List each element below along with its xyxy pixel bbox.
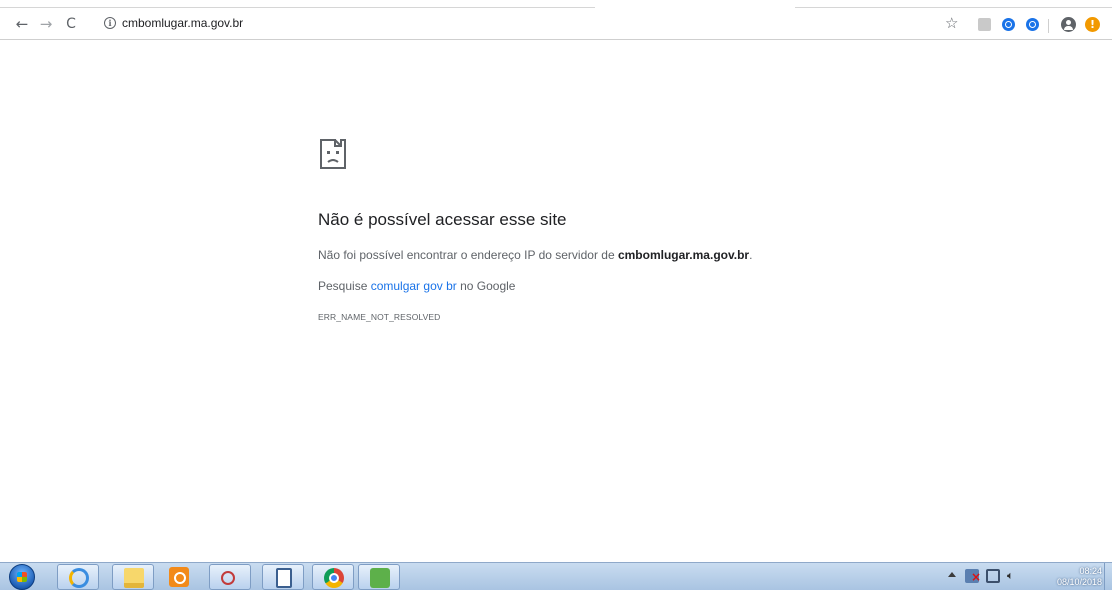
windows-logo-icon xyxy=(9,564,35,590)
browser-toolbar: ← → C i cmbomlugar.ma.gov.br ☆ ! xyxy=(0,8,1112,40)
back-button[interactable]: ← xyxy=(14,16,30,32)
action-center-icon[interactable] xyxy=(965,569,981,583)
toolbar-divider xyxy=(1048,19,1049,33)
update-alert-icon[interactable]: ! xyxy=(1085,17,1100,32)
taskbar: 🔈︎ 08:24 08/10/2018 xyxy=(0,562,1112,590)
volume-icon[interactable]: 🔈︎ xyxy=(1007,569,1021,583)
sad-page-icon xyxy=(320,139,346,169)
taskbar-chrome[interactable] xyxy=(312,564,354,590)
show-desktop-button[interactable] xyxy=(1104,563,1112,590)
clock-time: 08:24 xyxy=(1079,566,1102,576)
avatar-icon[interactable] xyxy=(1061,17,1076,32)
error-domain: cmbomlugar.ma.gov.br xyxy=(617,248,750,262)
info-icon[interactable]: i xyxy=(104,17,116,29)
search-prefix: Pesquise xyxy=(318,279,371,293)
reload-button[interactable]: C xyxy=(63,16,79,32)
error-description: Não foi possível encontrar o endereço IP… xyxy=(318,247,752,263)
clock-date: 08/10/2018 xyxy=(1056,577,1102,587)
error-code: ERR_NAME_NOT_RESOLVED xyxy=(318,312,441,322)
forward-button[interactable]: → xyxy=(38,16,54,32)
scissors-icon xyxy=(221,571,235,585)
outlook-icon xyxy=(169,567,189,587)
pdf-extension-icon[interactable] xyxy=(978,18,991,31)
error-description-prefix: Não foi possível encontrar o endereço IP… xyxy=(318,248,618,262)
search-extension-icon[interactable] xyxy=(1002,18,1015,31)
taskbar-snipping-tool[interactable] xyxy=(209,564,251,590)
taskbar-green-app[interactable] xyxy=(358,564,400,590)
search-suggestion-link[interactable]: comulgar gov br xyxy=(371,279,457,293)
show-hidden-icons-icon[interactable] xyxy=(948,572,956,577)
address-bar[interactable]: i cmbomlugar.ma.gov.br xyxy=(92,12,932,36)
system-clock[interactable]: 08:24 08/10/2018 xyxy=(1040,566,1102,588)
search-extension-icon[interactable] xyxy=(1026,18,1039,31)
search-suffix: no Google xyxy=(456,279,516,293)
document-icon xyxy=(276,568,292,588)
error-title: Não é possível acessar esse site xyxy=(318,210,567,229)
network-icon[interactable] xyxy=(986,569,1000,583)
green-app-icon xyxy=(370,568,390,588)
taskbar-outlook[interactable] xyxy=(158,564,200,590)
star-icon[interactable]: ☆ xyxy=(945,14,958,32)
search-suggestion: Pesquise comulgar gov br no Google xyxy=(318,278,515,294)
folder-icon xyxy=(124,568,144,588)
tab-strip xyxy=(0,0,1112,8)
taskbar-file-explorer[interactable] xyxy=(112,564,154,590)
start-button[interactable] xyxy=(4,564,46,590)
taskbar-internet-explorer[interactable] xyxy=(57,564,99,590)
address-url[interactable]: cmbomlugar.ma.gov.br xyxy=(122,15,243,31)
chrome-icon xyxy=(324,568,344,588)
error-description-suffix: . xyxy=(749,248,753,262)
taskbar-document[interactable] xyxy=(262,564,304,590)
internet-explorer-icon xyxy=(69,568,89,588)
